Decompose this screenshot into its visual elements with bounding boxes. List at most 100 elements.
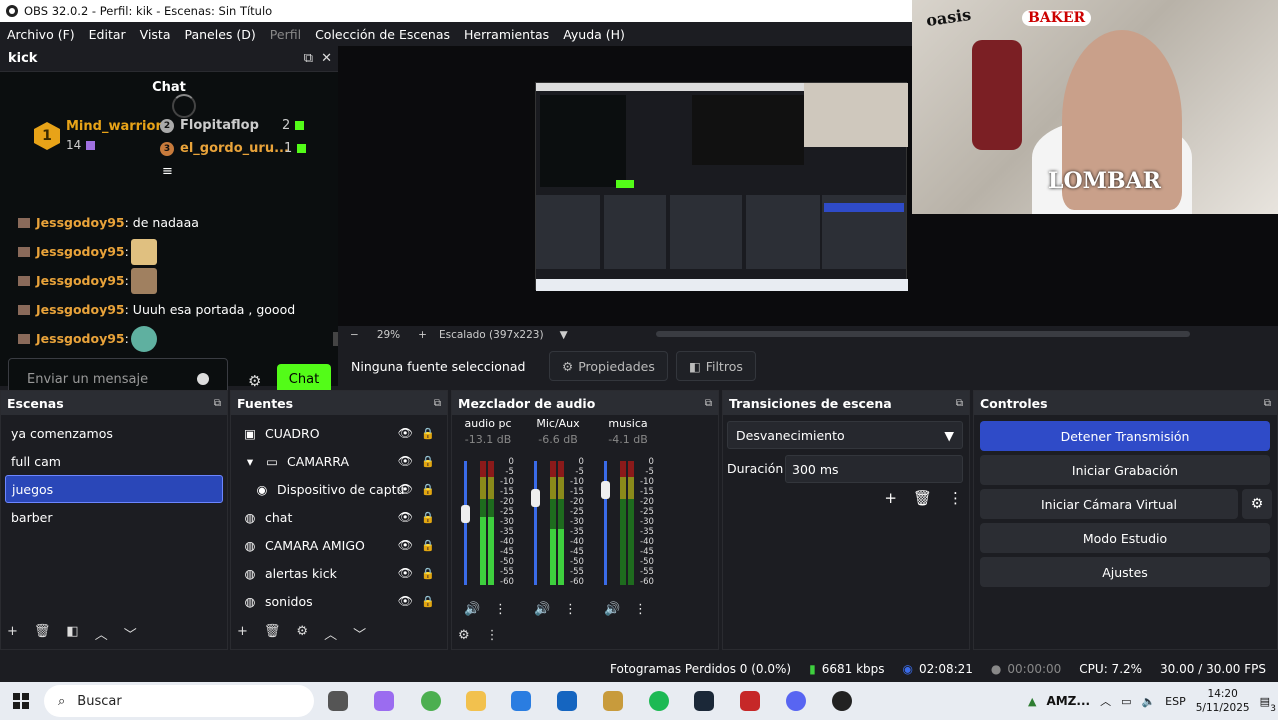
volume-fader[interactable] (464, 461, 467, 585)
trash-icon[interactable]: 🗑 (913, 489, 932, 507)
popout-icon[interactable]: ⧉ (956, 398, 963, 409)
add-icon[interactable]: + (884, 489, 897, 507)
menu-paneles[interactable]: Paneles (D) (178, 27, 263, 42)
voicemeeter-icon[interactable] (740, 691, 760, 711)
move-up-icon[interactable]: ︿ (95, 624, 108, 643)
zoom-in-icon[interactable]: + (418, 329, 427, 341)
volume-fader[interactable] (604, 461, 607, 585)
fader-knob[interactable] (461, 505, 470, 523)
stock-ticker[interactable]: AMZ... (1046, 694, 1090, 708)
windows-start-icon[interactable] (13, 693, 29, 709)
clock[interactable]: 14:20 5/11/2025 (1196, 687, 1250, 715)
speaker-icon[interactable]: 🔊 (604, 602, 620, 617)
kebab-menu-icon[interactable]: ⋮ (634, 602, 647, 617)
kebab-menu-icon[interactable]: ⋮ (948, 489, 963, 507)
network-icon[interactable]: ▭ (1121, 695, 1131, 708)
scene-item[interactable]: full cam (5, 447, 223, 475)
discord-icon[interactable] (786, 691, 806, 711)
chevron-down-icon[interactable]: ▾ (243, 454, 257, 469)
eye-icon[interactable]: 👁 (398, 566, 413, 580)
language-indicator[interactable]: ESP (1165, 695, 1186, 708)
properties-button[interactable]: ⚙ Propiedades (549, 351, 668, 381)
lock-icon[interactable]: 🔒 (421, 455, 435, 468)
chat-username[interactable]: Jessgodoy95 (36, 244, 125, 259)
volume-icon[interactable]: 🔈 (1141, 695, 1155, 708)
add-icon[interactable]: + (237, 624, 248, 643)
source-item[interactable]: ▾ ▭ CAMARRA 👁 🔒 (235, 447, 443, 475)
scene-item-selected[interactable]: juegos (5, 475, 223, 503)
source-item[interactable]: ◍ chat 👁 🔒 (235, 503, 443, 531)
lock-icon[interactable]: 🔒 (421, 511, 435, 524)
chat-settings-gear-icon[interactable]: ⚙ (248, 372, 261, 390)
spotify-icon[interactable] (649, 691, 669, 711)
chat-username[interactable]: Jessgodoy95 (36, 215, 125, 230)
league-icon[interactable] (603, 691, 623, 711)
leader-2-row[interactable]: 2 Flopitaflop (160, 118, 259, 133)
lock-icon[interactable]: 🔒 (421, 483, 435, 496)
menu-perfil[interactable]: Perfil (263, 27, 308, 42)
lock-icon[interactable]: 🔒 (421, 567, 435, 580)
trash-icon[interactable]: 🗑 (264, 624, 281, 643)
add-icon[interactable]: + (7, 624, 18, 643)
transition-select[interactable]: Desvanecimiento ▼ (727, 421, 963, 449)
move-down-icon[interactable]: ﹀ (353, 624, 366, 643)
filters-button[interactable]: ◧ Filtros (675, 351, 756, 381)
eye-icon[interactable]: 👁 (398, 482, 413, 496)
popout-icon[interactable]: ⧉ (705, 398, 712, 409)
filter-icon[interactable]: ◧ (66, 624, 78, 643)
close-icon[interactable]: ✕ (321, 51, 332, 66)
chat-username[interactable]: Jessgodoy95 (36, 302, 125, 317)
copilot-icon[interactable] (374, 691, 394, 711)
scene-item[interactable]: barber (5, 503, 223, 531)
popout-icon[interactable]: ⧉ (434, 398, 441, 409)
preview-hscroll[interactable] (656, 331, 1190, 337)
chrome-icon[interactable] (421, 691, 441, 711)
move-down-icon[interactable]: ﹀ (124, 624, 137, 643)
eye-icon[interactable]: 👁 (398, 426, 413, 440)
duration-input[interactable]: 300 ms (785, 455, 963, 483)
popout-icon[interactable]: ⧉ (304, 51, 313, 66)
file-explorer-icon[interactable] (466, 691, 486, 711)
kebab-menu-icon[interactable]: ⋮ (494, 602, 507, 617)
emoji-icon[interactable] (197, 373, 209, 385)
volume-fader[interactable] (534, 461, 537, 585)
popout-icon[interactable]: ⧉ (214, 398, 221, 409)
obs-taskbar-icon[interactable] (832, 691, 852, 711)
store-icon[interactable] (511, 691, 531, 711)
outlook-icon[interactable] (557, 691, 577, 711)
start-virtual-camera-button[interactable]: Iniciar Cámara Virtual (980, 489, 1238, 519)
move-up-icon[interactable]: ︿ (324, 624, 337, 643)
lock-icon[interactable]: 🔒 (421, 539, 435, 552)
source-item[interactable]: ◍ CAMARA AMIGO 👁 🔒 (235, 531, 443, 559)
settings-button[interactable]: Ajustes (980, 557, 1270, 587)
fader-knob[interactable] (531, 489, 540, 507)
task-view-icon[interactable] (328, 691, 348, 711)
popout-icon[interactable]: ⧉ (1264, 398, 1271, 409)
source-item[interactable]: ◉ Dispositivo de captu 👁 🔒 (235, 475, 443, 503)
speaker-icon[interactable]: 🔊 (534, 602, 550, 617)
steam-icon[interactable] (694, 691, 714, 711)
speaker-icon[interactable]: 🔊 (464, 602, 480, 617)
studio-mode-button[interactable]: Modo Estudio (980, 523, 1270, 553)
leader-1-name[interactable]: Mind_warrior (66, 119, 162, 134)
leader-3-row[interactable]: 3 el_gordo_uru... (160, 141, 289, 156)
menu-vista[interactable]: Vista (133, 27, 178, 42)
kebab-menu-icon[interactable]: ⋮ (486, 628, 499, 643)
notifications-icon[interactable]: ▤ 3 (1260, 695, 1276, 714)
chat-username[interactable]: Jessgodoy95 (36, 331, 125, 346)
menu-editar[interactable]: Editar (82, 27, 133, 42)
source-item[interactable]: ▣ CUADRO 👁 🔒 (235, 419, 443, 447)
lock-icon[interactable]: 🔒 (421, 427, 435, 440)
chat-username[interactable]: Jessgodoy95 (36, 273, 125, 288)
fader-knob[interactable] (601, 481, 610, 499)
eye-icon[interactable]: 👁 (398, 454, 413, 468)
chevron-up-icon[interactable]: ︿ (1100, 693, 1111, 709)
trash-icon[interactable]: 🗑 (34, 624, 51, 643)
menu-coleccion-escenas[interactable]: Colección de Escenas (308, 27, 457, 42)
lock-icon[interactable]: 🔒 (421, 595, 435, 608)
source-item[interactable]: ◍ sonidos 👁 🔒 (235, 587, 443, 615)
collapse-leaderboard-icon[interactable]: ≡ (162, 164, 173, 179)
taskbar-search[interactable]: ⌕ Buscar (44, 685, 314, 717)
eye-icon[interactable]: 👁 (398, 538, 413, 552)
eye-icon[interactable]: 👁 (398, 594, 413, 608)
